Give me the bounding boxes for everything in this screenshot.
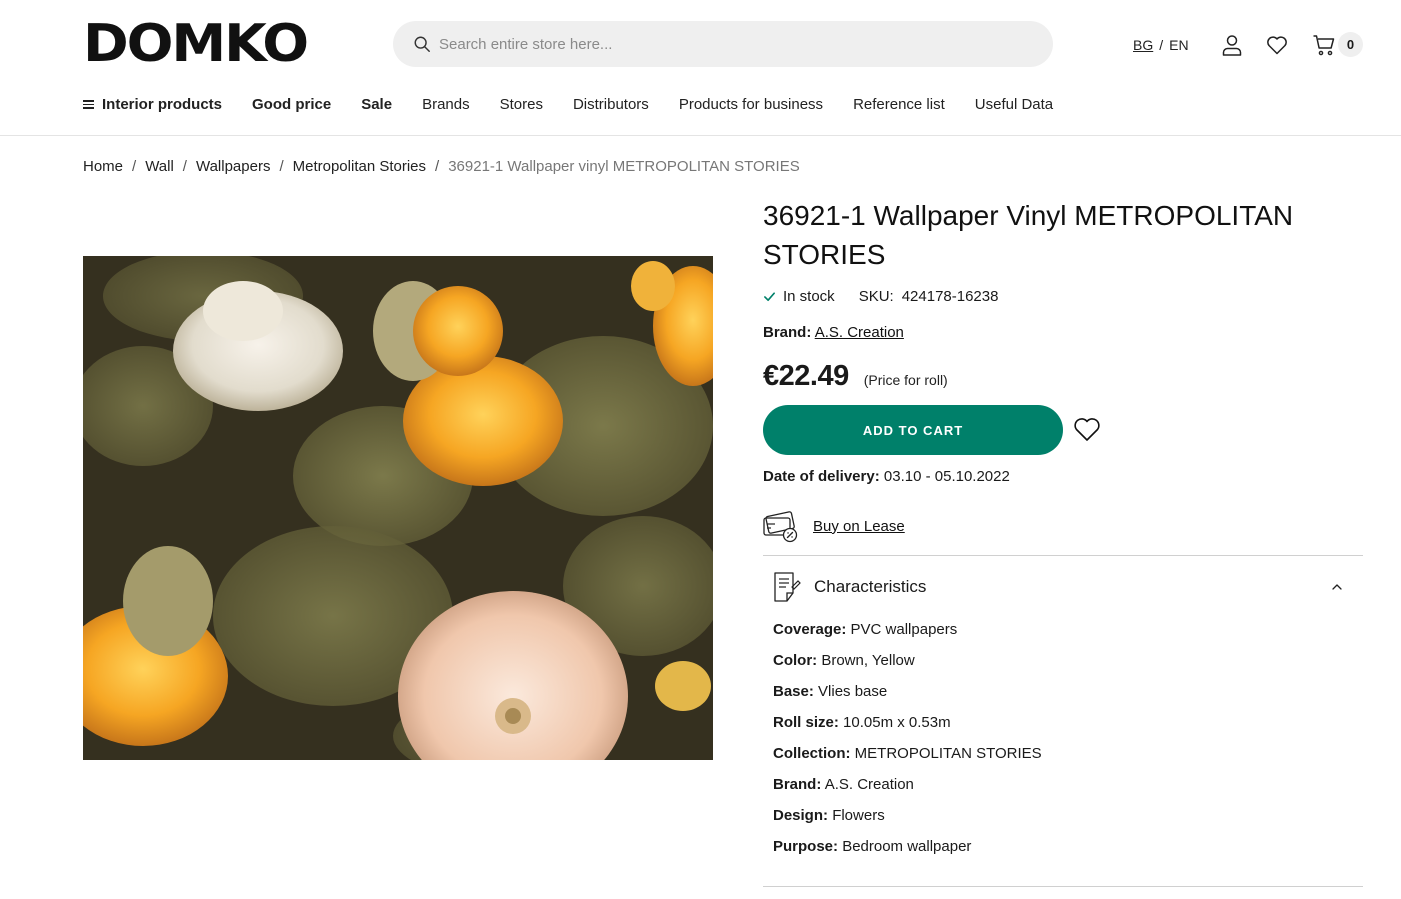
- spec-label: Base:: [773, 683, 814, 700]
- search-icon[interactable]: [413, 35, 431, 53]
- breadcrumb-separator: /: [132, 158, 137, 175]
- spec-value: 10.05m x 0.53m: [843, 714, 951, 731]
- spec-label: Design:: [773, 807, 829, 824]
- site-header: DOMKO BG / EN 0 Interior products Good pri…: [0, 0, 1401, 136]
- spec-value: METROPOLITAN STORIES: [854, 745, 1042, 762]
- nav-item-distributors[interactable]: Distributors: [573, 96, 649, 113]
- spec-value: Brown, Yellow: [821, 652, 915, 669]
- price-row: €22.49 (Price for roll): [763, 360, 948, 393]
- sku-label: SKU:: [858, 288, 894, 305]
- lease-card-icon: [763, 511, 798, 543]
- cart-count-badge[interactable]: 0: [1338, 32, 1363, 57]
- brand-link[interactable]: A.S. Creation: [815, 324, 904, 341]
- characteristics-list: Coverage: PVC wallpapers Color: Brown, Y…: [773, 620, 1042, 868]
- search-bar[interactable]: [393, 21, 1053, 67]
- lease-row: Buy on Lease: [763, 509, 905, 543]
- product-title: 36921-1 Wallpaper Vinyl METROPOLITAN STO…: [763, 200, 1294, 270]
- heart-icon[interactable]: [1265, 33, 1289, 57]
- lang-en-link[interactable]: EN: [1169, 37, 1188, 53]
- user-icon[interactable]: [1220, 33, 1244, 57]
- delivery-row: Date of delivery: 03.10 - 05.10.2022: [763, 468, 1010, 485]
- main-nav: Interior products Good price Sale Brands…: [83, 92, 1083, 116]
- product-image[interactable]: [83, 256, 713, 760]
- spec-label: Roll size:: [773, 714, 839, 731]
- spec-row-roll-size: Roll size: 10.05m x 0.53m: [773, 713, 1042, 744]
- breadcrumb-metropolitan-stories[interactable]: Metropolitan Stories: [293, 158, 426, 175]
- spec-row-color: Color: Brown, Yellow: [773, 651, 1042, 682]
- spec-row-design: Design: Flowers: [773, 806, 1042, 837]
- sku-value: 424178-16238: [901, 288, 999, 305]
- delivery-label: Date of delivery:: [763, 468, 880, 485]
- price: €22.49: [763, 360, 849, 392]
- language-switcher: BG / EN: [1133, 37, 1189, 53]
- spec-value: A.S. Creation: [824, 776, 914, 793]
- spec-row-purpose: Purpose: Bedroom wallpaper: [773, 837, 1042, 868]
- spec-value: PVC wallpapers: [850, 621, 958, 638]
- breadcrumb-wallpapers[interactable]: Wallpapers: [196, 158, 270, 175]
- document-icon: [774, 572, 801, 602]
- nav-item-reference-list[interactable]: Reference list: [853, 96, 945, 113]
- stock-status: In stock: [783, 288, 835, 305]
- floral-wallpaper-image: [83, 256, 713, 760]
- spec-row-brand: Brand: A.S. Creation: [773, 775, 1042, 806]
- stock-row: In stock SKU: 424178-16238: [763, 288, 998, 305]
- spec-row-base: Base: Vlies base: [773, 682, 1042, 713]
- breadcrumb-separator: /: [279, 158, 284, 175]
- breadcrumb-home[interactable]: Home: [83, 158, 123, 175]
- brand-row: Brand: A.S. Creation: [763, 324, 904, 341]
- cart-icon[interactable]: [1312, 33, 1336, 57]
- logo[interactable]: DOMKO: [83, 18, 309, 70]
- delivery-dates: 03.10 - 05.10.2022: [883, 468, 1010, 485]
- breadcrumb-current: 36921-1 Wallpaper vinyl METROPOLITAN STO…: [448, 158, 800, 175]
- spec-row-coverage: Coverage: PVC wallpapers: [773, 620, 1042, 651]
- nav-item-label: Interior products: [102, 95, 223, 113]
- nav-item-brands[interactable]: Brands: [422, 96, 470, 113]
- breadcrumb-wall[interactable]: Wall: [145, 158, 174, 175]
- chevron-up-icon[interactable]: [1331, 581, 1343, 593]
- nav-item-products-for-business[interactable]: Products for business: [679, 96, 823, 113]
- price-note: (Price for roll): [863, 372, 948, 388]
- spec-label: Purpose:: [773, 838, 839, 855]
- search-input[interactable]: [439, 35, 1019, 53]
- nav-item-good-price[interactable]: Good price: [252, 96, 331, 113]
- nav-item-useful-data[interactable]: Useful Data: [975, 96, 1053, 113]
- characteristics-header[interactable]: Characteristics: [772, 571, 1363, 603]
- checkmark-icon: [764, 292, 775, 302]
- divider: [763, 555, 1363, 556]
- lang-separator: /: [1159, 37, 1164, 53]
- nav-item-stores[interactable]: Stores: [500, 96, 543, 113]
- sku: SKU: 424178-16238: [859, 288, 999, 305]
- spec-label: Collection:: [773, 745, 851, 762]
- spec-row-collection: Collection: METROPOLITAN STORIES: [773, 744, 1042, 775]
- spec-label: Color:: [773, 652, 818, 669]
- breadcrumb-separator: /: [435, 158, 440, 175]
- brand-label: Brand:: [763, 324, 812, 341]
- spec-value: Bedroom wallpaper: [842, 838, 972, 855]
- nav-item-interior-products[interactable]: Interior products: [83, 96, 222, 113]
- breadcrumb: Home / Wall / Wallpapers / Metropolitan …: [83, 158, 800, 175]
- menu-icon: [83, 100, 94, 110]
- spec-value: Vlies base: [818, 683, 888, 700]
- characteristics-title: Characteristics: [814, 577, 927, 596]
- spec-label: Brand:: [773, 776, 822, 793]
- wishlist-heart-icon[interactable]: [1072, 414, 1102, 444]
- add-to-cart-button[interactable]: ADD TO CART: [763, 405, 1063, 455]
- nav-item-sale[interactable]: Sale: [361, 96, 392, 113]
- breadcrumb-separator: /: [182, 158, 187, 175]
- spec-label: Coverage:: [773, 621, 847, 638]
- spec-value: Flowers: [832, 807, 885, 824]
- buy-on-lease-link[interactable]: Buy on Lease: [813, 518, 905, 535]
- lang-bg-link[interactable]: BG: [1133, 37, 1153, 53]
- divider: [763, 886, 1363, 887]
